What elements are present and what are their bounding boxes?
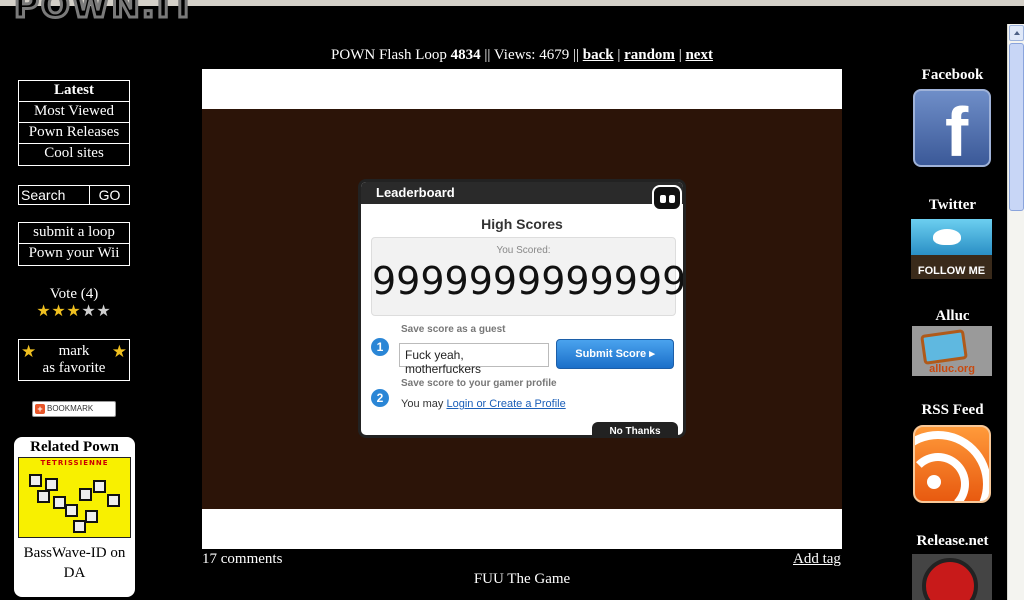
related-caption[interactable]: BassWave-ID on DA	[14, 543, 135, 583]
nav-pown-wii[interactable]: Pown your Wii	[19, 244, 129, 265]
release-disc-icon[interactable]	[912, 554, 992, 600]
scroll-up-button[interactable]	[1009, 25, 1024, 41]
add-tag-link[interactable]: Add tag	[793, 551, 841, 568]
step-one-badge: 1	[371, 338, 389, 356]
tile-icon	[65, 504, 78, 517]
twitter-bird-icon[interactable]: FOLLOW ME	[911, 219, 992, 279]
facebook-icon[interactable]: f	[913, 89, 991, 167]
no-thanks-button[interactable]: No Thanks	[592, 422, 678, 435]
alluc-label: Alluc	[935, 308, 970, 324]
bookmark-button[interactable]: + BOOKMARK	[32, 401, 116, 417]
star-icon[interactable]: ★	[66, 304, 81, 320]
game-title: FUU The Game	[473, 571, 571, 587]
profile-line: You may Login or Create a Profile	[401, 398, 566, 410]
main-nav: Latest Most Viewed Pown Releases Cool si…	[18, 80, 130, 166]
mark-favorite-button[interactable]: ★ ★ mark as favorite	[18, 339, 130, 381]
vote-stars: ★ ★ ★ ★ ★	[36, 304, 111, 320]
star-icon: ★	[21, 342, 37, 361]
high-scores-title: High Scores	[481, 216, 563, 232]
bookmark-label: BOOKMARK	[47, 404, 94, 413]
page-scrollbar[interactable]	[1007, 24, 1024, 600]
score-panel: You Scored: 99999999999999	[371, 237, 686, 316]
tile-icon	[73, 520, 86, 533]
tile-icon	[93, 480, 106, 493]
twitter-badge-text: FOLLOW ME	[917, 265, 986, 277]
guest-name-input[interactable]: Fuck yeah, motherfuckers	[399, 343, 549, 376]
rss-label: RSS Feed	[921, 402, 984, 418]
star-icon[interactable]: ★	[51, 304, 66, 320]
tile-icon	[29, 474, 42, 487]
view-count: 4679	[539, 47, 570, 63]
nav-most-viewed[interactable]: Most Viewed	[19, 102, 129, 123]
login-create-profile-link[interactable]: Login or Create a Profile	[446, 398, 565, 410]
submit-nav: submit a loop Pown your Wii	[18, 222, 130, 266]
comments-count[interactable]: 17 comments	[202, 551, 282, 568]
related-pown-panel: Related Pown TETRISSIENNE BassWave-ID on…	[14, 437, 135, 597]
facebook-label: Facebook	[921, 67, 984, 83]
step-two-badge: 2	[371, 389, 389, 407]
next-link[interactable]: next	[685, 47, 713, 63]
leaderboard-header: Leaderboard	[361, 182, 683, 204]
go-button[interactable]: GO	[90, 186, 129, 204]
loop-header: POWN Flash Loop 4834 || Views: 4679 || b…	[331, 47, 713, 63]
nav-pown-releases[interactable]: Pown Releases	[19, 123, 129, 144]
star-icon[interactable]: ★	[96, 304, 111, 320]
back-link[interactable]: back	[583, 47, 614, 63]
tile-icon	[37, 490, 50, 503]
tile-icon	[79, 488, 92, 501]
tile-icon	[107, 494, 120, 507]
related-title: Related Pown	[30, 439, 119, 455]
favorite-line2: as favorite	[42, 360, 106, 376]
flash-top-margin	[202, 69, 842, 109]
header-prefix: POWN Flash Loop	[331, 47, 447, 63]
release-label: Release.net	[916, 533, 989, 549]
profile-save-label: Save score to your gamer profile	[401, 378, 557, 389]
plus-icon: +	[35, 404, 45, 414]
related-thumbnail[interactable]: TETRISSIENNE	[18, 457, 131, 538]
scroll-thumb[interactable]	[1009, 43, 1024, 211]
tile-icon	[85, 510, 98, 523]
star-icon: ★	[111, 342, 127, 361]
rss-feed-icon[interactable]	[913, 425, 991, 503]
thumb-title: TETRISSIENNE	[40, 459, 109, 467]
robot-logo-icon	[652, 185, 682, 211]
star-icon[interactable]: ★	[36, 304, 51, 320]
guest-save-label: Save score as a guest	[401, 324, 506, 335]
arrow-up-icon	[1014, 31, 1020, 35]
star-icon[interactable]: ★	[81, 304, 96, 320]
leaderboard-dialog: Leaderboard High Scores You Scored: 9999…	[358, 179, 686, 438]
alluc-badge-text: alluc.org	[929, 363, 975, 375]
score-value: 99999999999999	[372, 259, 686, 303]
twitter-label: Twitter	[928, 197, 977, 213]
site-logo[interactable]: POWN.IT	[13, 0, 197, 28]
submit-score-button[interactable]: Submit Score ▸	[556, 339, 674, 369]
vote-label: Vote (4)	[49, 286, 99, 302]
flash-bottom-margin	[202, 509, 842, 549]
nav-latest[interactable]: Latest	[19, 81, 129, 102]
nav-cool-sites[interactable]: Cool sites	[19, 144, 129, 165]
alluc-tv-icon[interactable]: alluc.org	[912, 326, 992, 376]
search-form: Search GO	[18, 185, 130, 205]
nav-submit-loop[interactable]: submit a loop	[19, 223, 129, 244]
random-link[interactable]: random	[624, 47, 675, 63]
loop-number: 4834	[450, 47, 481, 63]
you-scored-label: You Scored:	[496, 245, 551, 256]
search-input[interactable]: Search	[19, 186, 90, 204]
